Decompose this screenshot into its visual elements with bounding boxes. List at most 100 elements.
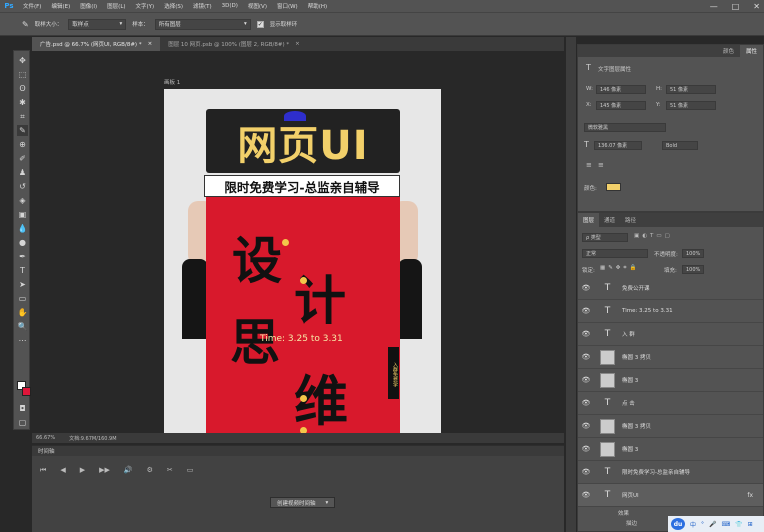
menu-file[interactable]: 文件(F) [18, 2, 46, 10]
more-tools-icon[interactable]: ⋯ [17, 335, 28, 346]
layer-name[interactable]: 入 群 [622, 330, 635, 338]
layer-name[interactable]: 免费公开课 [622, 284, 650, 292]
previous-frame-icon[interactable]: ◀ [60, 466, 65, 475]
layer-name[interactable]: 点 击 [622, 399, 635, 407]
width-field[interactable]: 146 像素 [596, 85, 646, 94]
visibility-eye-icon[interactable]: 👁 [578, 399, 594, 407]
tab-properties[interactable]: 属性 [739, 45, 763, 57]
layer-row[interactable]: 👁 T 点 击 [578, 392, 763, 415]
lock-icons[interactable]: ▦✎✥⌗🔒 [600, 265, 639, 272]
fx-icon[interactable]: fx [747, 492, 753, 499]
play-icon[interactable]: ▶ [80, 466, 85, 475]
healing-tool-icon[interactable]: ⊕ [17, 139, 28, 150]
grid-icon[interactable]: ⊞ [748, 521, 753, 528]
go-first-frame-icon[interactable]: ⏮ [40, 466, 46, 475]
layer-filter-select[interactable]: ρ 类型 [582, 233, 628, 242]
visibility-eye-icon[interactable]: 👁 [578, 330, 594, 338]
crop-tool-icon[interactable]: ⌗ [17, 111, 28, 122]
layer-name[interactable]: 椭圆 3 拷贝 [622, 353, 651, 361]
ime-indicator[interactable]: 中 [690, 520, 696, 529]
align-center-icon[interactable]: ≡ [598, 161, 604, 169]
menu-3d[interactable]: 3D(D) [217, 3, 243, 9]
path-select-tool-icon[interactable]: ➤ [17, 279, 28, 290]
menu-edit[interactable]: 编辑(E) [46, 2, 75, 10]
layer-name[interactable]: 椭圆 3 [622, 445, 638, 453]
height-field[interactable]: 51 像素 [666, 85, 716, 94]
visibility-eye-icon[interactable]: 👁 [578, 353, 594, 361]
layer-name[interactable]: 椭圆 3 [622, 376, 638, 384]
menu-image[interactable]: 图像(I) [75, 2, 102, 10]
minimize-button[interactable]: — [710, 2, 718, 11]
menu-view[interactable]: 视图(V) [243, 2, 272, 10]
x-field[interactable]: 145 像素 [596, 101, 646, 110]
layer-name[interactable]: 椭圆 3 拷贝 [622, 422, 651, 430]
layer-name[interactable]: 网页UI [622, 491, 639, 499]
eyedropper-tool-icon[interactable]: ✎ [22, 20, 29, 29]
layer-row[interactable]: 👁 椭圆 3 拷贝 [578, 415, 763, 438]
move-tool-icon[interactable]: ✥ [17, 55, 28, 66]
font-size-field[interactable]: 136.07 像素 [594, 141, 642, 150]
layer-row[interactable]: 👁 T 限时免费学习-总监亲自辅导 [578, 461, 763, 484]
close-tab-icon[interactable]: × [295, 41, 300, 47]
visibility-eye-icon[interactable]: 👁 [578, 445, 594, 453]
stroke-effect-item[interactable]: 描边 [626, 519, 637, 527]
maximize-button[interactable]: □ [732, 2, 740, 11]
show-ring-checkbox[interactable]: ✓ [256, 20, 264, 28]
punctuation-icon[interactable]: ° [701, 521, 704, 528]
sample-select[interactable]: 所有图层 ▾ [154, 18, 251, 30]
gradient-tool-icon[interactable]: ▣ [17, 209, 28, 220]
next-frame-icon[interactable]: ▶▶ [99, 466, 110, 475]
tab-document-1[interactable]: 广告.psd @ 66.7% (网页UI, RGB/8#) * × [32, 37, 161, 51]
visibility-eye-icon[interactable]: 👁 [578, 284, 594, 292]
layer-row[interactable]: 👁 T 入 群 [578, 323, 763, 346]
marquee-tool-icon[interactable]: ⬚ [17, 69, 28, 80]
y-field[interactable]: 51 像素 [666, 101, 716, 110]
brush-tool-icon[interactable]: ✐ [17, 153, 28, 164]
visibility-eye-icon[interactable]: 👁 [578, 491, 594, 499]
layer-row[interactable]: 👁 T 网页UI fx [578, 484, 763, 507]
zoom-tool-icon[interactable]: 🔍 [17, 321, 28, 332]
fill-field[interactable]: 100% [682, 265, 704, 274]
text-color-swatch[interactable] [606, 183, 621, 191]
layer-name[interactable]: 限时免费学习-总监亲自辅导 [622, 468, 690, 476]
settings-icon[interactable]: ⚙ [147, 466, 153, 475]
menu-help[interactable]: 帮助(H) [303, 2, 332, 10]
visibility-eye-icon[interactable]: 👁 [578, 422, 594, 430]
magic-wand-tool-icon[interactable]: ✱ [17, 97, 28, 108]
font-weight-select[interactable]: Bold [662, 141, 698, 150]
tab-color[interactable]: 颜色 [717, 45, 740, 57]
pen-tool-icon[interactable]: ✒ [17, 251, 28, 262]
align-left-icon[interactable]: ≡ [586, 161, 592, 169]
layer-row[interactable]: 👁 椭圆 3 拷贝 [578, 346, 763, 369]
visibility-eye-icon[interactable]: 👁 [578, 468, 594, 476]
menu-select[interactable]: 选择(S) [159, 2, 188, 10]
chevron-down-icon[interactable]: ▾ [326, 500, 329, 506]
history-brush-icon[interactable]: ↺ [17, 181, 28, 192]
eraser-tool-icon[interactable]: ◈ [17, 195, 28, 206]
layer-row[interactable]: 👁 T Time: 3.25 to 3.31 [578, 300, 763, 323]
blur-tool-icon[interactable]: 💧 [17, 223, 28, 234]
quick-mask-icon[interactable]: ◘ [17, 403, 28, 414]
effects-label[interactable]: 效果 [618, 509, 629, 517]
lasso-tool-icon[interactable]: ʘ [17, 83, 28, 94]
keyboard-icon[interactable]: ⌨ [722, 521, 731, 528]
transition-icon[interactable]: ▭ [187, 466, 194, 475]
layer-row[interactable]: 👁 椭圆 3 [578, 369, 763, 392]
stamp-tool-icon[interactable]: ♟ [17, 167, 28, 178]
opacity-field[interactable]: 100% [682, 249, 704, 258]
menu-window[interactable]: 窗口(W) [272, 2, 303, 10]
du-logo[interactable]: du [671, 518, 685, 530]
blend-mode-select[interactable]: 正常 [582, 249, 648, 258]
background-color-swatch[interactable] [22, 387, 31, 396]
shape-tool-icon[interactable]: ▭ [17, 293, 28, 304]
close-button[interactable]: ✕ [753, 2, 760, 11]
tab-layers[interactable]: 图层 [578, 213, 600, 227]
create-video-timeline-button[interactable]: 创建视频时间轴 ▾ [270, 497, 336, 508]
layer-row[interactable]: 👁 T 免费公开课 [578, 277, 763, 300]
tab-document-2[interactable]: 图层 10 网页.psb @ 100% (图层 2, RGB/8#) * × [160, 37, 308, 51]
microphone-icon[interactable]: 🎤 [709, 521, 716, 528]
font-family-select[interactable]: 微软雅黑 [584, 123, 666, 132]
visibility-eye-icon[interactable]: 👁 [578, 307, 594, 315]
split-icon[interactable]: ✂ [167, 466, 173, 475]
doc-size[interactable]: 文档:9.67M/160.9M [69, 435, 116, 442]
